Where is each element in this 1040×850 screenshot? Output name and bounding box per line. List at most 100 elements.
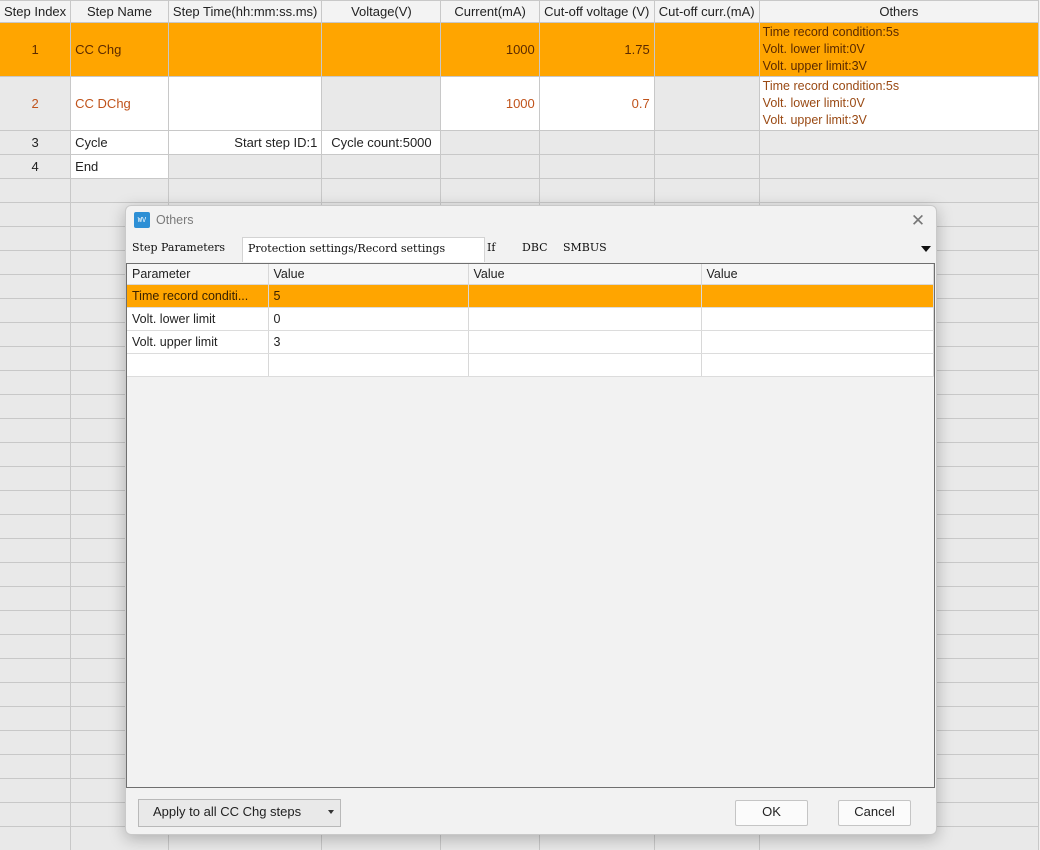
param-value-field[interactable]	[701, 330, 934, 354]
step-time[interactable]	[167, 22, 323, 77]
empty-cell[interactable]	[0, 586, 72, 611]
step-row-4[interactable]: 4 End	[0, 154, 1040, 179]
empty-cell[interactable]	[758, 130, 1040, 155]
step-index[interactable]: 1	[0, 22, 72, 77]
empty-cell[interactable]	[0, 610, 72, 635]
tab-protection-record-settings[interactable]: Protection settings/Record settings	[242, 237, 485, 262]
empty-cell[interactable]	[0, 394, 72, 419]
empty-cell[interactable]	[0, 226, 72, 251]
param-value-field[interactable]	[468, 307, 702, 331]
empty-cell[interactable]	[758, 154, 1040, 179]
empty-cell[interactable]	[0, 442, 72, 467]
empty-cell[interactable]	[653, 154, 760, 179]
empty-cell[interactable]	[0, 490, 72, 515]
step-cutoff-current[interactable]	[653, 22, 760, 77]
empty-cell[interactable]	[538, 154, 655, 179]
ok-button[interactable]: OK	[735, 800, 808, 826]
empty-cell[interactable]	[70, 178, 169, 203]
param-value-field[interactable]: 5	[268, 284, 469, 308]
step-name[interactable]: End	[70, 154, 169, 179]
close-button[interactable]: ✕	[906, 210, 930, 232]
empty-cell[interactable]	[653, 130, 760, 155]
empty-cell[interactable]	[0, 538, 72, 563]
empty-cell[interactable]	[0, 250, 72, 275]
empty-cell[interactable]	[0, 466, 72, 491]
header-step-name[interactable]: Step Name	[70, 0, 169, 23]
empty-cell[interactable]	[167, 178, 323, 203]
empty-cell[interactable]	[0, 778, 72, 803]
empty-cell[interactable]	[440, 154, 540, 179]
param-value-field[interactable]	[468, 330, 702, 354]
step-others[interactable]: Time record condition:5s Volt. lower lim…	[758, 76, 1040, 131]
empty-cell[interactable]	[0, 754, 72, 779]
header-current[interactable]: Current(mA)	[440, 0, 540, 23]
header-voltage[interactable]: Voltage(V)	[321, 0, 442, 23]
param-name[interactable]: Volt. lower limit	[127, 307, 269, 331]
empty-cell[interactable]	[758, 178, 1040, 203]
step-current[interactable]: 1000	[440, 76, 540, 131]
empty-cell[interactable]	[167, 154, 323, 179]
param-value-field[interactable]	[701, 284, 934, 308]
empty-cell[interactable]	[321, 154, 442, 179]
step-row-2[interactable]: 2 CC DChg 1000 0.7 Time record condition…	[0, 76, 1040, 131]
step-cutoff-voltage[interactable]: 0.7	[538, 76, 655, 131]
param-value-field[interactable]	[468, 353, 702, 377]
empty-cell[interactable]	[0, 514, 72, 539]
cycle-start-step[interactable]: Start step ID:1	[167, 130, 323, 155]
apply-to-all-button[interactable]: Apply to all CC Chg steps	[138, 799, 341, 827]
tab-step-parameters[interactable]: Step Parameters	[132, 237, 225, 261]
empty-cell[interactable]	[0, 706, 72, 731]
step-row-1[interactable]: 1 CC Chg 1000 1.75 Time record condition…	[0, 22, 1040, 77]
step-index[interactable]: 3	[0, 130, 72, 155]
step-cutoff-current[interactable]	[653, 76, 760, 131]
tab-dbc[interactable]: DBC	[522, 237, 548, 261]
param-row-volt-upper[interactable]: Volt. upper limit 3	[127, 330, 934, 354]
param-value-field[interactable]	[701, 353, 934, 377]
cycle-count[interactable]: Cycle count:5000	[321, 130, 442, 155]
empty-cell[interactable]	[0, 322, 72, 347]
empty-cell[interactable]	[538, 130, 655, 155]
step-row-3[interactable]: 3 Cycle Start step ID:1 Cycle count:5000	[0, 130, 1040, 155]
empty-cell[interactable]	[0, 418, 72, 443]
step-cutoff-voltage[interactable]: 1.75	[538, 22, 655, 77]
step-time[interactable]	[167, 76, 323, 131]
tab-overflow-button[interactable]	[920, 243, 932, 255]
empty-cell[interactable]	[0, 370, 72, 395]
header-cutoff-voltage[interactable]: Cut-off voltage (V)	[538, 0, 655, 23]
empty-cell[interactable]	[0, 274, 72, 299]
empty-cell[interactable]	[0, 826, 72, 850]
param-name[interactable]	[127, 353, 269, 377]
param-name[interactable]: Time record conditi...	[127, 284, 269, 308]
dropdown-arrow-icon[interactable]	[328, 810, 334, 814]
empty-cell[interactable]	[0, 658, 72, 683]
cancel-button[interactable]: Cancel	[838, 800, 911, 826]
header-step-index[interactable]: Step Index	[0, 0, 72, 23]
param-value-field[interactable]	[268, 353, 469, 377]
empty-cell[interactable]	[0, 634, 72, 659]
empty-grid-row[interactable]	[0, 178, 1040, 203]
step-voltage[interactable]	[321, 76, 442, 131]
param-name[interactable]: Volt. upper limit	[127, 330, 269, 354]
step-name[interactable]: CC Chg	[70, 22, 169, 77]
dialog-titlebar[interactable]: WV Others ✕	[126, 206, 936, 236]
empty-cell[interactable]	[0, 730, 72, 755]
empty-cell[interactable]	[0, 202, 72, 227]
header-others[interactable]: Others	[758, 0, 1040, 23]
empty-cell[interactable]	[0, 562, 72, 587]
param-value-field[interactable]	[468, 284, 702, 308]
tab-smbus[interactable]: SMBUS	[563, 237, 607, 261]
header-step-time[interactable]: Step Time(hh:mm:ss.ms)	[167, 0, 323, 23]
empty-cell[interactable]	[538, 178, 655, 203]
step-name[interactable]: CC DChg	[70, 76, 169, 131]
step-current[interactable]: 1000	[440, 22, 540, 77]
empty-cell[interactable]	[0, 802, 72, 827]
param-row-volt-lower[interactable]: Volt. lower limit 0	[127, 307, 934, 331]
empty-cell[interactable]	[0, 346, 72, 371]
tab-if[interactable]: If	[487, 237, 495, 261]
empty-cell[interactable]	[440, 130, 540, 155]
header-cutoff-current[interactable]: Cut-off curr.(mA)	[653, 0, 760, 23]
empty-cell[interactable]	[321, 178, 442, 203]
param-value-field[interactable]	[701, 307, 934, 331]
param-value-field[interactable]: 3	[268, 330, 469, 354]
step-name[interactable]: Cycle	[70, 130, 169, 155]
